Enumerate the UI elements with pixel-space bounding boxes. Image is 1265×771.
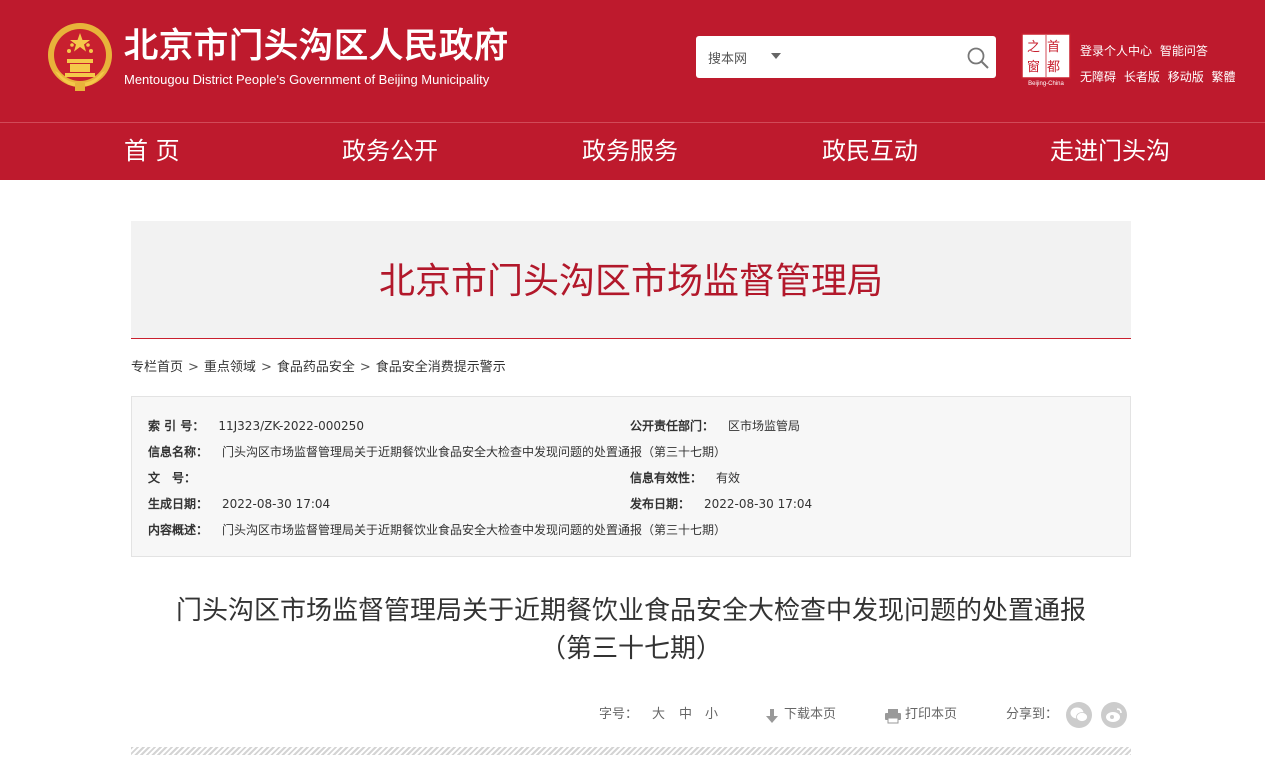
info-name-label: 信息名称： [148,445,209,459]
published-date-label: 发布日期： [630,497,691,511]
weibo-icon [1106,708,1122,722]
created-date-row: 生成日期： 2022-08-30 17:04 [148,496,330,512]
wechat-share-button[interactable] [1066,702,1092,728]
search-input[interactable] [796,44,946,70]
validity-value: 有效 [716,471,741,485]
document-metadata: 索 引 号： 11J323/ZK-2022-000250 公开责任部门： 区市场监管… [131,396,1131,557]
breadcrumb: 专栏首页 > 重点领域 > 食品药品安全 > 食品安全消费提示警示 [131,359,506,377]
download-icon[interactable] [765,708,779,724]
article-title-line2: （第三十七期） [539,634,722,664]
smart-qa-link[interactable]: 智能问答 [1160,44,1208,58]
department-value: 区市场监管局 [728,419,801,433]
search-scope-select[interactable]: 搜本网 [708,48,747,67]
index-number-value: 11J323/ZK-2022-000250 [218,419,364,433]
summary-row: 内容概述： 门头沟区市场监督管理局关于近期餐饮业食品安全大检查中发现问题的处置通报… [148,522,726,538]
top-links: 登录个人中心 智能问答 无障碍 长者版 移动版 繁體 [1080,38,1240,90]
banner-title: 北京市门头沟区市场监督管理局 [378,261,883,302]
font-size-small-button[interactable]: 小 [705,707,718,723]
article-tools: 字号： 大 中 小 下载本页 打印本页 分享到： [0,702,1265,728]
column-banner: 北京市门头沟区市场监督管理局 [131,221,1131,339]
login-link[interactable]: 登录个人中心 [1080,44,1152,58]
mobile-link[interactable]: 移动版 [1168,70,1204,84]
nav-interaction[interactable]: 政民互动 [822,123,918,181]
created-date-value: 2022-08-30 17:04 [222,497,331,511]
info-name-value: 门头沟区市场监督管理局关于近期餐饮业食品安全大检查中发现问题的处置通报（第三十七… [222,445,727,459]
traditional-chinese-link[interactable]: 繁體 [1212,70,1236,84]
download-page-button[interactable]: 下载本页 [784,707,836,723]
nav-gov-affairs-open[interactable]: 政务公开 [342,123,438,181]
breadcrumb-item[interactable]: 专栏首页 [131,360,183,375]
info-name-row: 信息名称： 门头沟区市场监督管理局关于近期餐饮业食品安全大检查中发现问题的处置通报… [148,444,726,460]
search-icon[interactable] [966,46,990,70]
nav-gov-services[interactable]: 政务服务 [582,123,678,181]
national-emblem-icon[interactable] [45,21,115,93]
main-nav: 首 页 政务公开 政务服务 政民互动 走进门头沟 [0,122,1265,180]
department-row: 公开责任部门： 区市场监管局 [630,418,800,434]
search-box[interactable]: 搜本网 [696,36,996,78]
department-label: 公开责任部门： [630,419,715,433]
svg-text:之: 之 [1027,40,1040,55]
breadcrumb-item[interactable]: 重点领域 [204,360,256,375]
article-title-line1: 门头沟区市场监督管理局关于近期餐饮业食品安全大检查中发现问题的处置通报 [175,596,1086,626]
article-title: 门头沟区市场监督管理局关于近期餐饮业食品安全大检查中发现问题的处置通报 （第三十… [131,592,1131,668]
capital-window-logo-icon[interactable]: 之 首 窗 都 Beijing-China [1021,33,1071,87]
doc-number-row: 文 号： [148,470,210,486]
site-subtitle: Mentougou District People's Government o… [124,72,490,87]
print-page-button[interactable]: 打印本页 [905,707,957,723]
elder-mode-link[interactable]: 长者版 [1124,70,1160,84]
breadcrumb-separator: > [188,360,199,375]
share-label: 分享到： [1006,707,1059,722]
breadcrumb-separator: > [359,360,371,375]
validity-row: 信息有效性： 有效 [630,470,740,486]
nav-about-mentougou[interactable]: 走进门头沟 [1050,123,1170,181]
font-size-large-button[interactable]: 大 [652,707,665,723]
chevron-down-icon[interactable] [771,53,781,59]
svg-text:首: 首 [1047,40,1060,55]
capital-logo-caption: Beijing-China [1028,81,1064,87]
published-date-row: 发布日期： 2022-08-30 17:04 [630,496,812,512]
summary-value: 门头沟区市场监督管理局关于近期餐饮业食品安全大检查中发现问题的处置通报（第三十七… [222,523,727,537]
content-divider [131,747,1131,755]
accessibility-link[interactable]: 无障碍 [1080,70,1116,84]
wechat-icon [1070,707,1088,722]
site-header: 北京市门头沟区人民政府 Mentougou District People's … [0,0,1265,122]
site-title[interactable]: 北京市门头沟区人民政府 [124,26,509,66]
weibo-share-button[interactable] [1101,702,1127,728]
breadcrumb-separator: > [260,360,272,375]
published-date-value: 2022-08-30 17:04 [704,497,813,511]
doc-number-label: 文 号： [148,471,197,485]
nav-home[interactable]: 首 页 [124,123,180,181]
svg-text:窗: 窗 [1027,59,1040,75]
font-size-label: 字号： [599,707,639,722]
created-date-label: 生成日期： [148,497,209,511]
breadcrumb-item[interactable]: 食品药品安全 [277,360,355,375]
index-number-label: 索 引 号： [148,419,205,433]
font-size-medium-button[interactable]: 中 [679,707,692,723]
validity-label: 信息有效性： [630,471,703,485]
print-icon[interactable] [884,708,902,724]
svg-text:都: 都 [1047,60,1060,75]
breadcrumb-item[interactable]: 食品安全消费提示警示 [376,360,506,375]
index-number-row: 索 引 号： 11J323/ZK-2022-000250 [148,418,364,434]
summary-label: 内容概述： [148,523,209,537]
